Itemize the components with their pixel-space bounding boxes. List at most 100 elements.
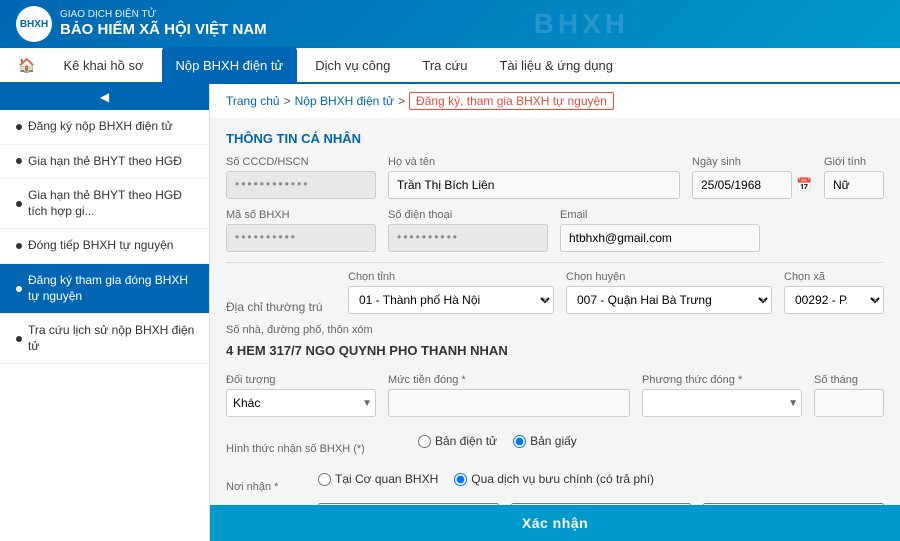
label-chontinh: Chọn tỉnh <box>348 271 554 283</box>
input-muctiendong[interactable] <box>388 389 630 417</box>
label-sonha: Số nhà, đường phố, thôn xóm <box>226 324 884 336</box>
divider-1 <box>226 262 884 263</box>
select-phuongthuc-wrap: ▼ <box>642 389 802 417</box>
select-xa-wrap: 00292 - P... × <box>784 286 884 314</box>
address-text: 4 HEM 317/7 NGO QUYNH PHO THANH NHAN <box>226 343 884 358</box>
sidebar-item-dongtiep[interactable]: Đóng tiếp BHXH tự nguyện <box>0 229 209 264</box>
label-cccd: Số CCCD/HSCN <box>226 156 376 168</box>
select-phuongthuc[interactable] <box>642 389 802 417</box>
nav-item-dichvu[interactable]: Dịch vụ công <box>301 47 404 83</box>
select-doituong[interactable]: Khác <box>226 389 376 417</box>
group-hinhthuclabel: Hình thức nhận số BHXH (*) <box>226 443 406 455</box>
radio-quabuuchinh[interactable] <box>454 473 467 486</box>
header: BHXH Giao dịch điện tử Bảo Hiểm Xã Hội V… <box>0 0 900 48</box>
dot-icon <box>16 243 22 249</box>
input-sothang[interactable] <box>814 389 884 417</box>
input-ngaysinh[interactable] <box>692 171 792 199</box>
group-gioitinh: Giới tính <box>824 156 884 199</box>
radio-noinhans: Tại Cơ quan BHXH Qua dịch vụ bưu chính (… <box>318 465 654 493</box>
logo: BHXH Giao dịch điện tử Bảo Hiểm Xã Hội V… <box>16 6 267 42</box>
nav-item-tailieu[interactable]: Tài liệu & ứng dụng <box>485 47 627 83</box>
form-row-3: Địa chỉ thường trú Chọn tỉnh 01 - Thành … <box>226 271 884 314</box>
dot-icon <box>16 124 22 130</box>
group-noinhanlabel: Nơi nhận * <box>226 481 306 493</box>
select-tinh[interactable]: 01 - Thành phố Hà Nội <box>348 286 554 314</box>
label-mabhxh: Mã số BHXH <box>226 209 376 221</box>
label-ngaysinh: Ngày sinh <box>692 156 812 168</box>
dot-icon <box>16 158 22 164</box>
breadcrumb: Trang chủ > Nộp BHXH điện tử > Đăng ký, … <box>210 84 900 119</box>
nav-item-nopbhxh[interactable]: Nộp BHXH điện tử <box>162 47 298 83</box>
radio-bangiay[interactable] <box>513 435 526 448</box>
clear-xa-btn[interactable]: × <box>869 293 882 307</box>
label-sdt: Số điện thoại <box>388 209 548 221</box>
input-sdt[interactable]: •••••••••• <box>388 224 548 252</box>
group-email: Email <box>560 209 884 252</box>
group-ngaysinh: Ngày sinh 📅 <box>692 156 812 199</box>
input-hoten[interactable] <box>388 171 680 199</box>
sidebar-item-giahan[interactable]: Gia hạn thẻ BHYT theo HGĐ <box>0 145 209 180</box>
clear-tinh-btn[interactable]: × <box>539 293 552 307</box>
group-mabhxh: Mã số BHXH •••••••••• <box>226 209 376 252</box>
breadcrumb-sep2: > <box>398 94 405 108</box>
nav-item-kekhai[interactable]: Kê khai hồ sơ <box>49 47 157 83</box>
input-gioitinh[interactable] <box>824 171 884 199</box>
group-sothang: Số tháng <box>814 374 884 417</box>
dot-icon <box>16 201 22 207</box>
select-tinh-wrap: 01 - Thành phố Hà Nội × <box>348 286 554 314</box>
label-diachi: Địa chỉ thường trú <box>226 300 336 314</box>
nav-home[interactable]: 🏠 <box>8 51 45 80</box>
header-watermark: BHXH <box>279 8 884 40</box>
input-cccd[interactable]: •••••••••••• <box>226 171 376 199</box>
label-phuongthuc: Phương thức đóng * <box>642 374 802 386</box>
sidebar-toggle[interactable]: ◀ <box>0 84 209 110</box>
select-huyen[interactable]: 007 - Quận Hai Bà Trưng <box>566 286 772 314</box>
group-chontinh: Chọn tỉnh 01 - Thành phố Hà Nội × <box>348 271 554 314</box>
group-cccd: Số CCCD/HSCN •••••••••••• <box>226 156 376 199</box>
group-chonhuyen: Chọn huyện 007 - Quận Hai Bà Trưng × <box>566 271 772 314</box>
breadcrumb-sep1: > <box>284 94 291 108</box>
input-mabhxh[interactable]: •••••••••• <box>226 224 376 252</box>
navbar: 🏠 Kê khai hồ sơ Nộp BHXH điện tử Dịch vụ… <box>0 48 900 84</box>
confirm-bar: Xác nhận <box>210 505 900 541</box>
sidebar-item-tracuu[interactable]: Tra cứu lịch sử nộp BHXH điện tử <box>0 314 209 364</box>
radio-bandientu-label[interactable]: Bản điện tử <box>418 434 497 448</box>
label-doituong: Đối tượng <box>226 374 376 386</box>
label-gioitinh: Giới tính <box>824 156 884 168</box>
nav-item-tracuu[interactable]: Tra cứu <box>408 47 481 83</box>
radio-quabuuchinh-label[interactable]: Qua dịch vụ bưu chính (có trả phí) <box>454 472 654 486</box>
label-chonhuyen: Chọn huyện <box>566 271 772 283</box>
main-layout: ◀ Đăng ký nộp BHXH điện tử Gia hạn thẻ B… <box>0 84 900 541</box>
sidebar: ◀ Đăng ký nộp BHXH điện tử Gia hạn thẻ B… <box>0 84 210 541</box>
select-doituong-wrap: Khác ▼ <box>226 389 376 417</box>
breadcrumb-current: Đăng ký, tham gia BHXH tự nguyện <box>409 92 614 110</box>
content-area: Trang chủ > Nộp BHXH điện tử > Đăng ký, … <box>210 84 900 541</box>
dot-icon <box>16 336 22 342</box>
label-noinhanlabel: Nơi nhận * <box>226 481 306 493</box>
label-muctiendong: Mức tiền đóng * <box>388 374 630 386</box>
group-chonxa: Chọn xã 00292 - P... × <box>784 271 884 314</box>
sidebar-item-dangky[interactable]: Đăng ký nộp BHXH điện tử <box>0 110 209 145</box>
calendar-icon[interactable]: 📅 <box>796 177 812 193</box>
group-phuongthuc: Phương thức đóng * ▼ <box>642 374 802 417</box>
radio-bandientu[interactable] <box>418 435 431 448</box>
clear-huyen-btn[interactable]: × <box>757 293 770 307</box>
sidebar-item-dangkythamgia[interactable]: Đăng ký tham gia đóng BHXH tự nguyện <box>0 264 209 314</box>
radio-bangiay-label[interactable]: Bản giấy <box>513 434 577 448</box>
group-muctiendong: Mức tiền đóng * <box>388 374 630 417</box>
breadcrumb-home[interactable]: Trang chủ <box>226 94 280 108</box>
header-title: Giao dịch điện tử Bảo Hiểm Xã Hội Việt N… <box>60 9 267 39</box>
group-hoten: Họ và tên <box>388 156 680 199</box>
input-email[interactable] <box>560 224 760 252</box>
form-row-2: Mã số BHXH •••••••••• Số điện thoại ••••… <box>226 209 884 252</box>
xacnhan-button[interactable]: Xác nhận <box>522 515 588 531</box>
sidebar-item-giahantichhop[interactable]: Gia hạn thẻ BHYT theo HGĐ tích hợp gi... <box>0 179 209 229</box>
radio-taicoquan[interactable] <box>318 473 331 486</box>
label-chonxa: Chọn xã <box>784 271 884 283</box>
label-email: Email <box>560 209 884 221</box>
group-doituong: Đối tượng Khác ▼ <box>226 374 376 417</box>
breadcrumb-parent[interactable]: Nộp BHXH điện tử <box>295 94 394 108</box>
form-row-6: Nơi nhận * Tại Cơ quan BHXH Qua dịch vụ … <box>226 465 884 493</box>
radio-taicoquan-label[interactable]: Tại Cơ quan BHXH <box>318 472 438 486</box>
form-row-4: Đối tượng Khác ▼ Mức tiền đóng * Phương … <box>226 374 884 417</box>
